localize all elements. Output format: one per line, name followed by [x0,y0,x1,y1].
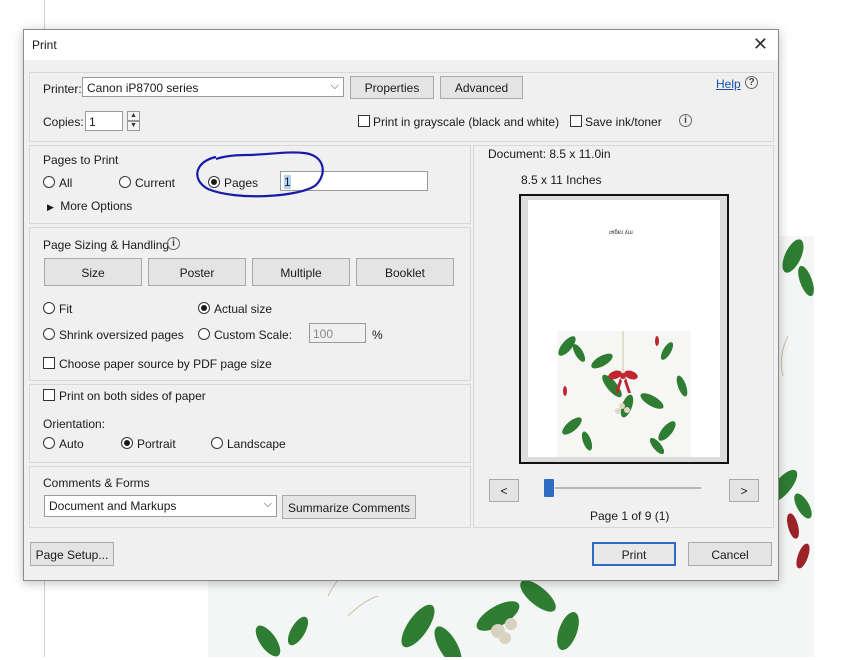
chevron-down-icon: ⌵ [263,498,272,510]
size-button-label: Size [81,266,105,280]
multiple-button-label: Multiple [280,266,322,280]
copies-label: Copies: [43,115,84,129]
multiple-button[interactable]: Multiple [252,258,350,286]
orientation-portrait-label: Portrait [137,437,176,451]
preview-page-text: ꝍᴉƃɐɹ ʎɯ [609,230,633,236]
dialog-title: Print [32,38,57,52]
previous-page-label: < [500,484,508,498]
page-setup-button[interactable]: Page Setup... [30,542,114,566]
pages-to-print-heading: Pages to Print [43,153,119,167]
document-size-label: Document: 8.5 x 11.0in [488,147,611,161]
more-options-label: More Options [60,199,133,213]
percent-label: % [372,328,383,342]
print-dialog: Print ✕ Printer: Canon iP8700 series ⌵ P… [23,29,779,581]
page-indicator: Page 1 of 9 (1) [590,509,670,523]
pages-all-radio[interactable] [43,176,55,188]
paper-source-label: Choose paper source by PDF page size [59,357,272,371]
next-page-label: > [740,484,748,498]
actual-size-radio[interactable] [198,302,210,314]
fit-label: Fit [59,302,73,316]
printer-label: Printer: [43,82,82,96]
custom-scale-radio[interactable] [198,328,210,340]
printer-select-value: Canon iP8700 series [87,81,199,95]
cancel-button-label: Cancel [711,548,749,562]
grayscale-label: Print in grayscale (black and white) [373,115,560,129]
poster-button[interactable]: Poster [148,258,246,286]
custom-scale-input[interactable]: 100 [309,323,366,343]
comments-select-value: Document and Markups [49,499,177,513]
next-page-button[interactable]: > [729,479,759,502]
info-icon[interactable]: i [679,114,692,127]
actual-size-label: Actual size [214,302,273,316]
comments-select[interactable]: Document and Markups ⌵ [44,495,277,517]
paper-size-label: 8.5 x 11 Inches [521,173,602,187]
booklet-button[interactable]: Booklet [356,258,454,286]
orientation-auto-label: Auto [59,437,84,451]
save-ink-label: Save ink/toner [585,115,662,129]
size-button[interactable]: Size [44,258,142,286]
previous-page-button[interactable]: < [489,479,519,502]
help-link[interactable]: Help [716,77,741,91]
cancel-button[interactable]: Cancel [688,542,772,566]
orientation-label: Orientation: [43,417,106,431]
summarize-comments-label: Summarize Comments [287,501,411,515]
advanced-button[interactable]: Advanced [440,76,523,99]
preview-artwork [557,331,691,457]
pages-all-label: All [59,176,73,190]
summarize-comments-button[interactable]: Summarize Comments [282,495,416,519]
decrement-icon[interactable]: ▼ [127,121,140,131]
pages-current-radio[interactable] [119,176,131,188]
print-button[interactable]: Print [592,542,676,566]
grayscale-checkbox[interactable] [358,115,370,127]
info-icon[interactable]: i [167,237,180,250]
shrink-label: Shrink oversized pages [59,328,184,342]
page-setup-label: Page Setup... [35,548,109,562]
hand-drawn-circle-annotation [196,151,324,198]
page-slider-track[interactable] [555,487,701,489]
properties-button-label: Properties [364,81,420,95]
more-options-toggle[interactable]: ▶ More Options [47,199,132,213]
pages-current-label: Current [135,176,176,190]
orientation-landscape-radio[interactable] [211,437,223,449]
close-icon[interactable]: ✕ [753,34,768,55]
paper-source-checkbox[interactable] [43,357,55,369]
copies-input[interactable]: 1 [85,111,123,131]
preview-mistletoe-image [558,331,688,455]
title-bar: Print ✕ [24,30,778,60]
both-sides-label: Print on both sides of paper [59,389,206,403]
orientation-auto-radio[interactable] [43,437,55,449]
help-question-icon[interactable]: ? [745,76,758,89]
orientation-landscape-label: Landscape [227,437,286,451]
shrink-radio[interactable] [43,328,55,340]
copies-input-value: 1 [89,115,96,129]
copies-stepper[interactable]: ▲ ▼ [127,111,140,131]
properties-button[interactable]: Properties [350,76,434,99]
orientation-portrait-radio[interactable] [121,437,133,449]
custom-scale-value: 100 [313,327,334,341]
poster-button-label: Poster [179,266,215,280]
increment-icon[interactable]: ▲ [127,111,140,121]
custom-scale-label: Custom Scale: [214,328,293,342]
save-ink-checkbox[interactable] [570,115,582,127]
fit-radio[interactable] [43,302,55,314]
booklet-button-label: Booklet [384,266,426,280]
printer-select[interactable]: Canon iP8700 series ⌵ [82,77,344,97]
comments-heading: Comments & Forms [43,476,150,490]
print-preview: ꝍᴉƃɐɹ ʎɯ [519,194,729,464]
advanced-button-label: Advanced [454,81,509,95]
triangle-right-icon: ▶ [47,202,54,212]
preview-page: ꝍᴉƃɐɹ ʎɯ [528,200,720,457]
page-slider-thumb[interactable] [544,479,554,497]
both-sides-checkbox[interactable] [43,389,55,401]
print-button-label: Print [621,548,647,562]
page-sizing-heading: Page Sizing & Handling [43,238,170,252]
chevron-down-icon: ⌵ [330,80,339,92]
